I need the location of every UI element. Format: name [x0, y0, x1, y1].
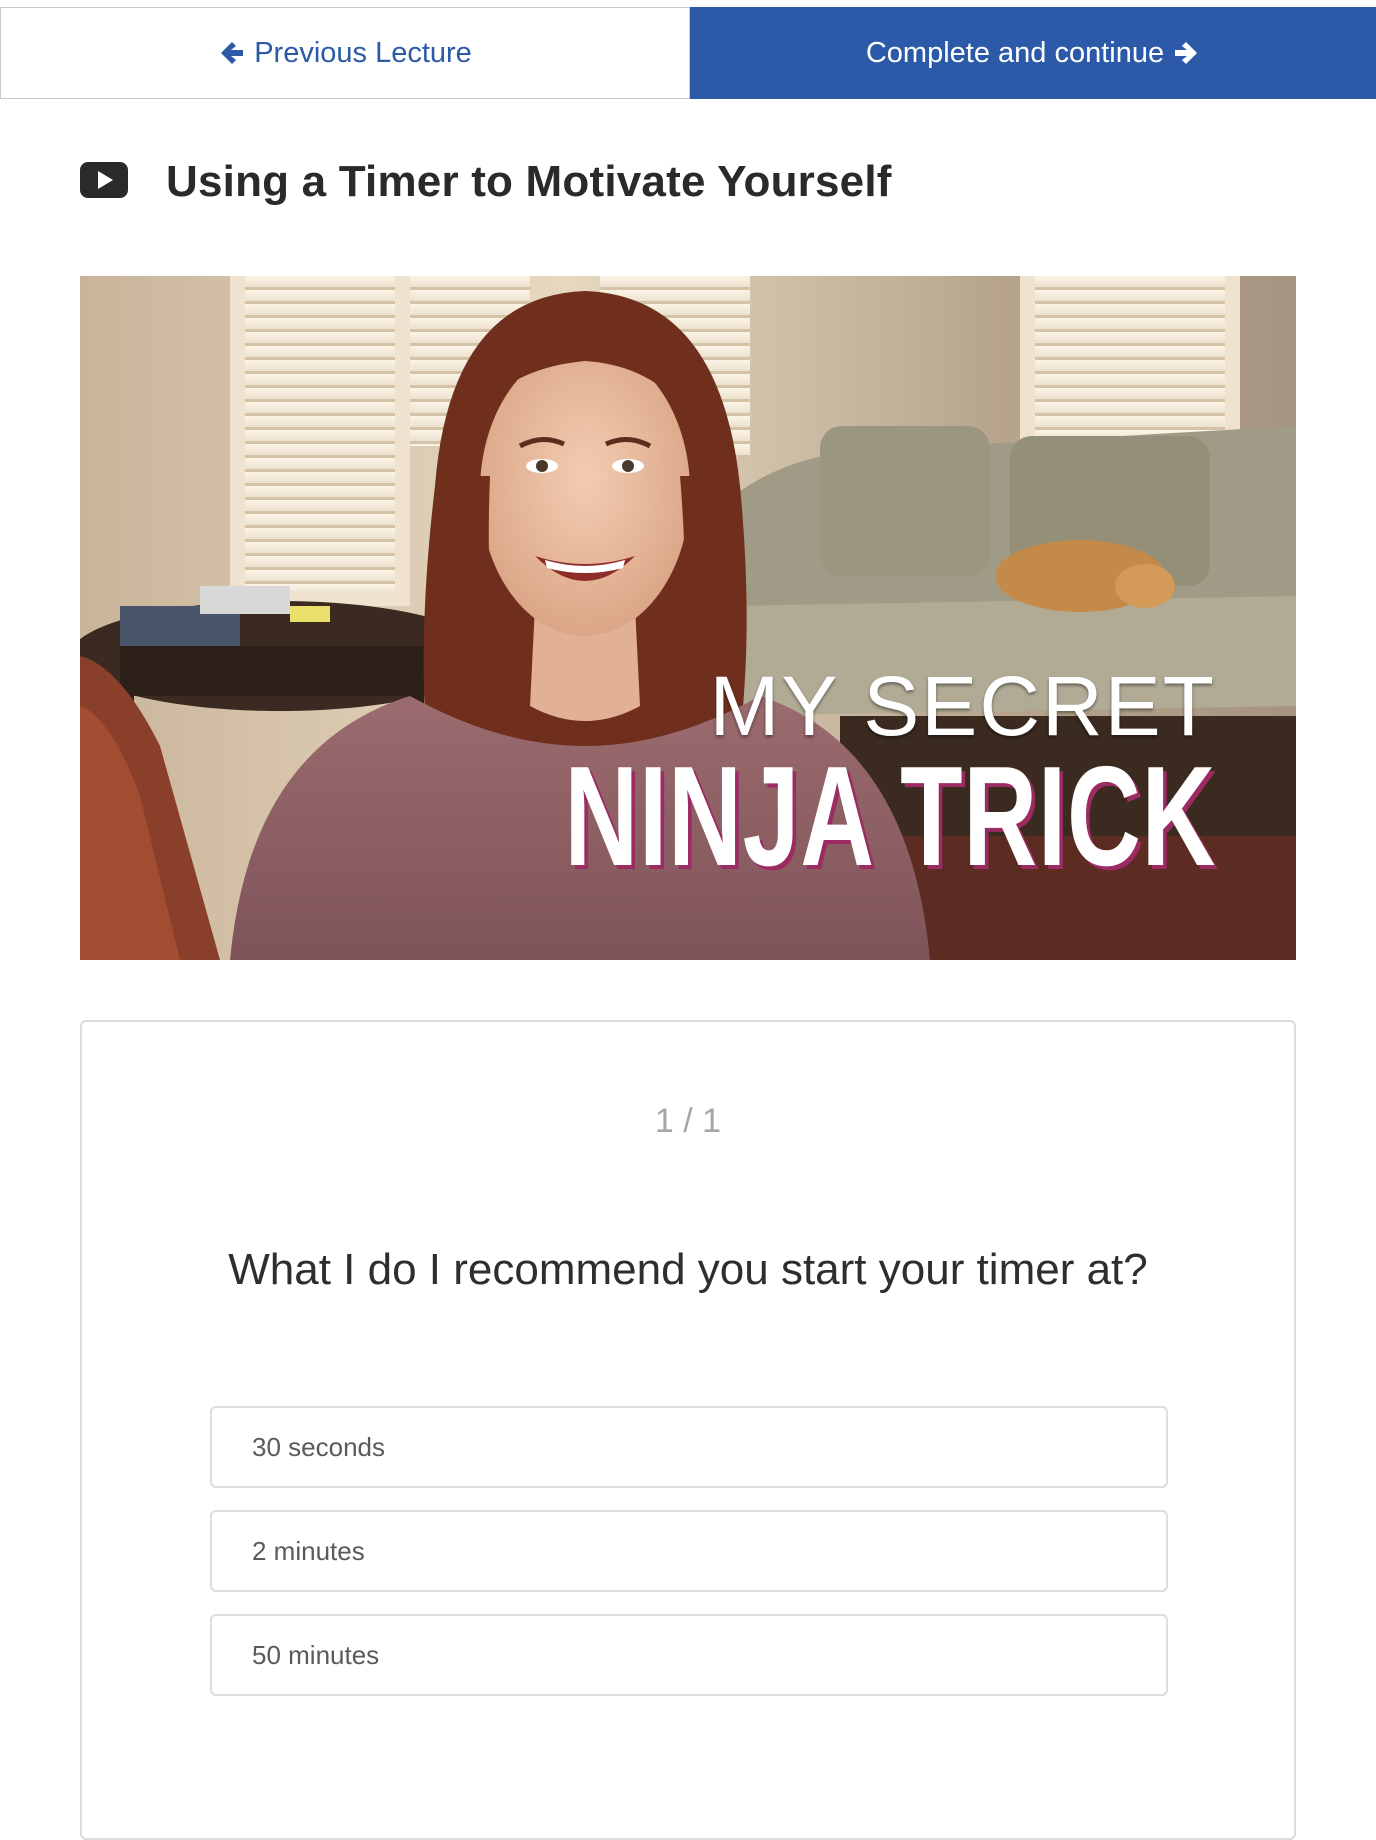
quiz-option[interactable]: 30 seconds — [210, 1406, 1168, 1488]
lecture-navigation-bar: Previous Lecture Complete and continue — [0, 7, 1376, 99]
arrow-right-icon — [1172, 39, 1200, 67]
page-title: Using a Timer to Motivate Yourself — [166, 157, 892, 206]
quiz-progress: 1 / 1 — [654, 1102, 722, 1140]
quiz-option[interactable]: 50 minutes — [210, 1614, 1168, 1696]
previous-lecture-button[interactable]: Previous Lecture — [0, 7, 690, 99]
lecture-header: Using a Timer to Motivate Yourself — [80, 150, 892, 214]
quiz-option-label: 2 minutes — [252, 1535, 365, 1566]
quiz-card: 1 / 1 What I do I recommend you start yo… — [80, 1020, 1296, 1840]
video-player[interactable]: MY SECRET NINJA TRICK — [80, 276, 1296, 960]
quiz-option[interactable]: 2 minutes — [210, 1510, 1168, 1592]
quiz-option-label: 50 minutes — [252, 1639, 380, 1670]
video-caption-line-1: MY SECRET — [709, 659, 1216, 753]
quiz-option-label: 30 seconds — [252, 1431, 385, 1462]
arrow-left-icon — [218, 39, 246, 67]
complete-and-continue-label: Complete and continue — [865, 36, 1165, 69]
previous-lecture-label: Previous Lecture — [254, 36, 472, 69]
video-caption: MY SECRET NINJA TRICK — [311, 664, 1216, 888]
video-icon — [80, 161, 128, 203]
complete-and-continue-button[interactable]: Complete and continue — [690, 7, 1376, 99]
quiz-question: What I do I recommend you start your tim… — [228, 1245, 1148, 1294]
video-caption-line-2: NINJA TRICK — [564, 737, 1216, 896]
